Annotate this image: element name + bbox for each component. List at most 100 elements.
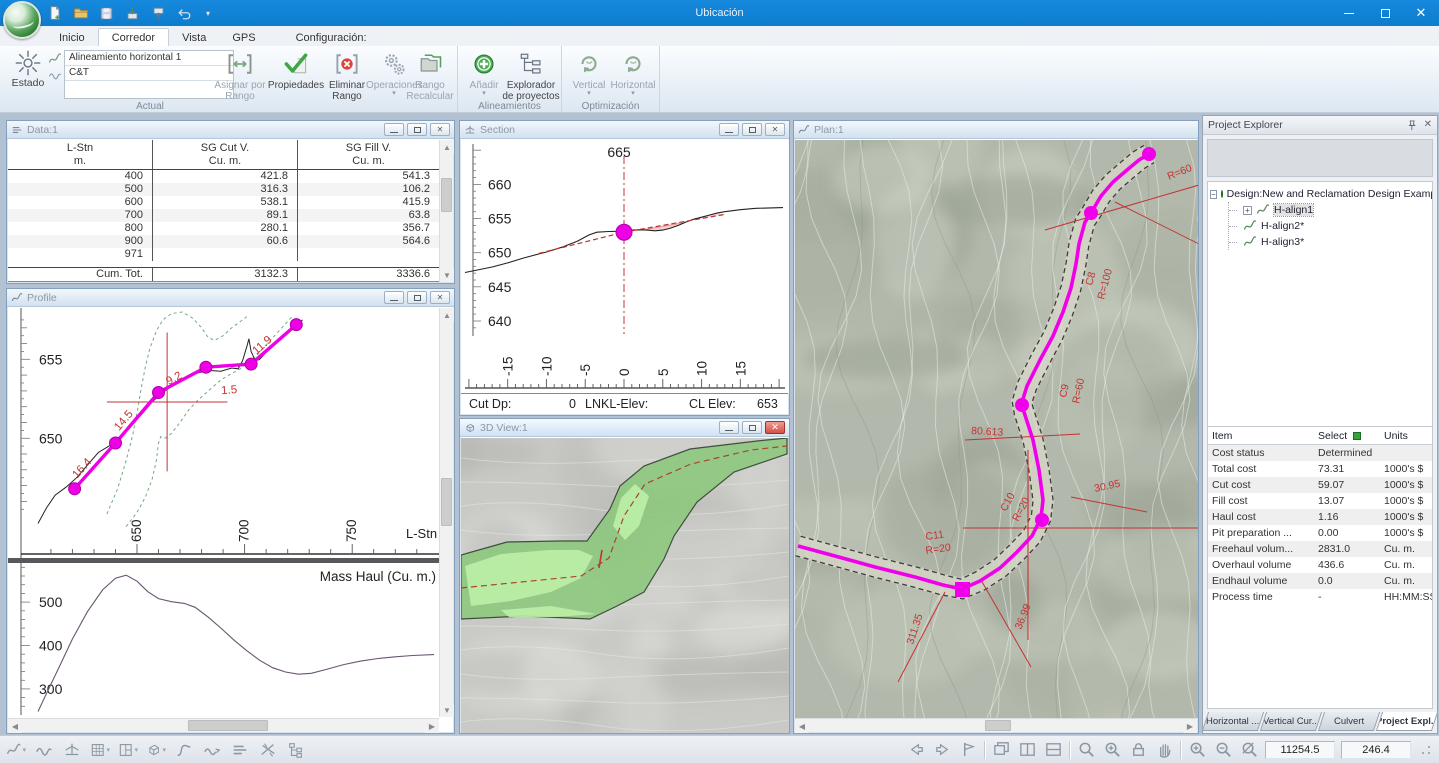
section-close-button[interactable]: ✕	[765, 123, 785, 136]
data-close-button[interactable]: ✕	[430, 123, 450, 136]
propiedades-button[interactable]: Propiedades	[266, 49, 326, 91]
cost-table-row[interactable]: Fill cost13.071000's $	[1208, 493, 1432, 509]
profile-horizontal-scrollbar[interactable]: ◀ ▶	[8, 718, 439, 732]
cost-table-row[interactable]: Cost statusDetermined	[1208, 445, 1432, 461]
ribbon-tab-configuracin[interactable]: Configuración:	[283, 29, 380, 46]
project-tree[interactable]: −Design:New and Reclamation Design Examp…	[1208, 182, 1432, 254]
org-tree-icon[interactable]	[286, 740, 306, 760]
cut-fill-table[interactable]: L-Stnm.SG Cut V.Cu. m.SG Fill V.Cu. m.40…	[8, 140, 439, 282]
explorer-tab-horizontal[interactable]: Horizontal ...	[1202, 712, 1264, 731]
plan-map[interactable]: C8R=100C9R=60C10R=20C11R=20R=6080.61330.…	[795, 140, 1198, 718]
alignment-combo[interactable]: Alineamiento horizontal 1	[65, 51, 233, 66]
flag-icon[interactable]	[958, 740, 978, 760]
pan-hand-icon[interactable]	[1154, 740, 1174, 760]
template-combo[interactable]: C&T	[65, 66, 233, 81]
table-row[interactable]: 90060.6564.6	[8, 235, 439, 248]
plan-horizontal-scrollbar[interactable]: ◀ ▶	[795, 718, 1197, 732]
window-panes-icon[interactable]: ▾	[118, 740, 138, 760]
curve-icon[interactable]	[174, 740, 194, 760]
rango-recalcular-button[interactable]: Rango Recalcular	[404, 49, 456, 102]
zoom-lock-icon[interactable]	[1128, 740, 1148, 760]
table-row[interactable]: 400421.8541.3	[8, 170, 439, 183]
3d-view[interactable]	[461, 438, 789, 733]
open-folder-icon[interactable]	[72, 5, 89, 22]
tile-vertical-icon[interactable]	[1017, 740, 1037, 760]
anadir-button[interactable]: Añadir ▾	[464, 49, 504, 97]
ribbon-tab-corredor[interactable]: Corredor	[98, 28, 169, 46]
profile-restore-button[interactable]	[407, 291, 427, 304]
zoom-previous-icon[interactable]	[1239, 740, 1259, 760]
plan-window-titlebar[interactable]: Plan:1	[794, 121, 1198, 139]
explorador-de-proyectos-button[interactable]: Explorador de proyectos	[502, 49, 560, 102]
tree-item-halign3[interactable]: H-align3*	[1229, 234, 1430, 250]
back-icon[interactable]	[906, 740, 926, 760]
import-icon[interactable]	[124, 5, 141, 22]
profile-close-button[interactable]: ✕	[430, 291, 450, 304]
table-row[interactable]: 800280.1356.7	[8, 222, 439, 235]
estado-button[interactable]: Estado	[4, 49, 52, 89]
mass-haul-chart[interactable]: 300400500Mass Haul (Cu. m.)	[8, 563, 442, 715]
collapse-icon[interactable]: −	[1210, 190, 1217, 199]
forward-icon[interactable]	[932, 740, 952, 760]
cost-table-row[interactable]: Cut cost59.071000's $	[1208, 477, 1432, 493]
minimize-button[interactable]	[1331, 0, 1367, 26]
undo-icon[interactable]	[176, 5, 193, 22]
table-row[interactable]: 500316.3106.2	[8, 183, 439, 196]
cost-table-row[interactable]: Process time-HH:MM:SS	[1208, 589, 1432, 605]
save-icon[interactable]	[98, 5, 115, 22]
ribbon-tab-vista[interactable]: Vista	[169, 29, 219, 46]
zoom-dynamic-icon[interactable]	[1102, 740, 1122, 760]
zoom-out-icon[interactable]	[1213, 740, 1233, 760]
explorer-tab-projectexpl[interactable]: Project Expl...	[1376, 712, 1438, 731]
horizontal-optimization-button[interactable]: Horizontal ▾	[610, 49, 656, 97]
profile-wave-icon[interactable]	[34, 740, 54, 760]
section-axis-icon[interactable]	[62, 740, 82, 760]
cost-table-row[interactable]: Haul cost1.161000's $	[1208, 509, 1432, 525]
table-row[interactable]: 70089.163.8	[8, 209, 439, 222]
profile-chart[interactable]: 65065516.414.59.21.511.9650700750L-Stn	[8, 308, 442, 558]
project-explorer-titlebar[interactable]: Project Explorer ✕	[1203, 116, 1437, 135]
data-minimize-button[interactable]	[384, 123, 404, 136]
section-chart[interactable]: 640645650655660665-15-10-5051015	[461, 140, 789, 393]
mass-haul-icon[interactable]	[230, 740, 250, 760]
cost-table-row[interactable]: Freehaul volum...2831.0Cu. m.	[1208, 541, 1432, 557]
data-table-icon[interactable]: ▾	[90, 740, 110, 760]
ribbon-tab-gps[interactable]: GPS	[219, 29, 268, 46]
section-window-titlebar[interactable]: Section ✕	[460, 121, 789, 139]
asignar-por-rango-button[interactable]: Asignar por Rango	[214, 49, 266, 102]
profile-window-titlebar[interactable]: Profile ✕	[7, 289, 454, 307]
wave-arrow-icon[interactable]	[202, 740, 222, 760]
profile-vertical-scrollbar[interactable]: ▲ ▼	[439, 308, 453, 717]
extra-combo[interactable]	[65, 81, 233, 98]
cube-3d-icon[interactable]: ▾	[146, 740, 166, 760]
export-icon[interactable]	[150, 5, 167, 22]
app-logo[interactable]	[3, 1, 41, 39]
3d-window-titlebar[interactable]: 3D View:1 ✕	[460, 419, 789, 437]
new-file-icon[interactable]	[46, 5, 63, 22]
zoom-in-icon[interactable]	[1187, 740, 1207, 760]
close-button[interactable]: ✕	[1403, 0, 1439, 26]
data-vertical-scrollbar[interactable]: ▲ ▼	[439, 140, 453, 282]
resize-grip[interactable]	[1421, 745, 1431, 755]
data-window-titlebar[interactable]: Data:1 ✕	[7, 121, 454, 139]
cross-section-icon[interactable]	[258, 740, 278, 760]
tree-item-halign2[interactable]: H-align2*	[1229, 218, 1430, 234]
expand-icon[interactable]: +	[1243, 206, 1252, 215]
tree-item-halign1[interactable]: +H-align1	[1229, 202, 1430, 218]
panel-close-icon[interactable]: ✕	[1424, 119, 1432, 132]
maximize-button[interactable]	[1367, 0, 1403, 26]
explorer-tab-verticalcur[interactable]: Vertical Cur...	[1260, 712, 1322, 731]
vertical-optimization-button[interactable]: Vertical ▾	[568, 49, 610, 97]
cost-table-row[interactable]: Endhaul volume0.0Cu. m.	[1208, 573, 1432, 589]
explorer-tab-culvert[interactable]: Culvert	[1318, 712, 1380, 731]
cost-table-row[interactable]: Total cost73.311000's $	[1208, 461, 1432, 477]
tree-root[interactable]: −Design:New and Reclamation Design Examp…	[1210, 186, 1430, 202]
section-restore-button[interactable]	[742, 123, 762, 136]
cascade-windows-icon[interactable]	[991, 740, 1011, 760]
3d-close-button[interactable]: ✕	[765, 421, 785, 434]
zoom-window-icon[interactable]	[1076, 740, 1096, 760]
tile-horizontal-icon[interactable]	[1043, 740, 1063, 760]
qat-more-icon[interactable]: ▾	[206, 9, 210, 18]
section-minimize-button[interactable]	[719, 123, 739, 136]
table-row[interactable]: 600538.1415.9	[8, 196, 439, 209]
